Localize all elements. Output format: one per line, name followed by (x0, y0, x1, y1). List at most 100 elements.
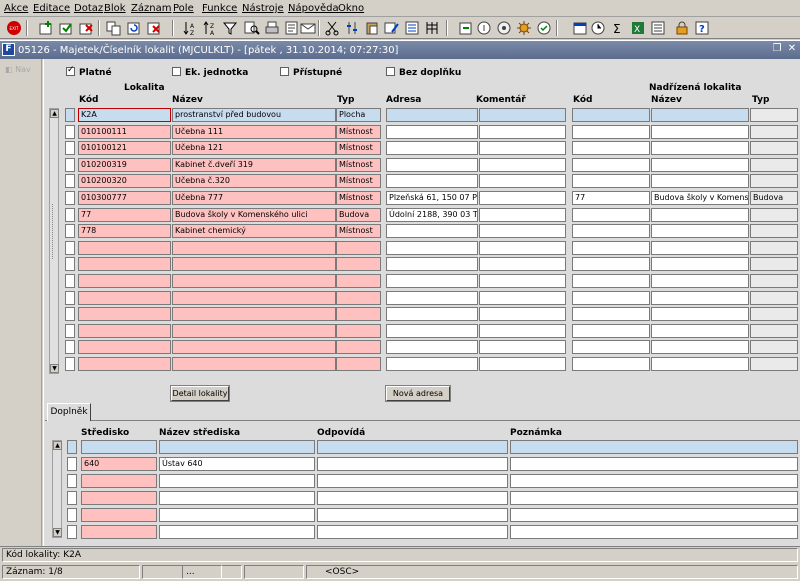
row-select-checkbox[interactable] (67, 508, 77, 522)
nad-nazev-cell[interactable] (651, 207, 749, 222)
row-select-checkbox[interactable] (65, 257, 75, 272)
exit-icon[interactable]: EXIT (6, 20, 22, 36)
nad-kod-cell[interactable] (572, 207, 650, 222)
nad-kod-cell[interactable] (572, 224, 650, 239)
poznamka-cell[interactable] (510, 457, 798, 471)
nav-button[interactable]: ◧ Nav (5, 65, 31, 74)
adresa-cell[interactable]: Údolní 2188, 390 03 TÁ (386, 207, 478, 222)
nad-kod-cell[interactable] (572, 290, 650, 305)
kod-cell[interactable] (78, 274, 171, 288)
komentar-cell[interactable] (479, 174, 566, 189)
nad-nazev-cell[interactable] (651, 174, 749, 189)
poznamka-cell[interactable] (510, 474, 798, 488)
nad-nazev-cell[interactable] (651, 257, 749, 272)
nad-typ-cell[interactable] (750, 108, 798, 122)
stredisko-cell[interactable] (81, 525, 157, 539)
nad-nazev-cell[interactable]: Budova školy v Komensk (651, 191, 749, 205)
stredisko-cell[interactable]: 640 (81, 457, 157, 471)
komentar-cell[interactable] (479, 141, 566, 156)
row-select-checkbox[interactable] (67, 491, 77, 505)
nad-typ-cell[interactable] (750, 157, 798, 172)
menu-dotaz[interactable]: Dotaz (74, 3, 103, 14)
komentar-cell[interactable] (479, 224, 566, 239)
komentar-cell[interactable] (479, 257, 566, 272)
typ-cell[interactable]: Místnost (336, 174, 381, 189)
help-icon[interactable]: ? (694, 20, 710, 36)
kod-cell[interactable] (78, 240, 171, 255)
typ-cell[interactable]: Plocha (336, 108, 381, 122)
typ-cell[interactable] (336, 307, 381, 322)
row-select-checkbox[interactable] (65, 323, 75, 338)
nad-kod-cell[interactable] (572, 174, 650, 189)
kod-cell[interactable] (78, 307, 171, 322)
nad-typ-cell[interactable] (750, 141, 798, 156)
poznamka-cell[interactable] (510, 508, 798, 522)
kod-cell[interactable] (78, 290, 171, 305)
nad-typ-cell[interactable] (750, 224, 798, 239)
stredisko-cell[interactable] (81, 508, 157, 522)
clock-icon[interactable] (590, 20, 606, 36)
kod-cell[interactable]: 010100111 (78, 124, 171, 139)
tab-doplnek[interactable]: Doplněk (47, 403, 91, 421)
nazev-strediska-cell[interactable] (159, 525, 315, 539)
adresa-cell[interactable] (386, 224, 478, 239)
typ-cell[interactable]: Místnost (336, 124, 381, 139)
nad-nazev-cell[interactable] (651, 157, 749, 172)
doplnek-scrollbar[interactable]: ▲ ▼ (52, 440, 62, 538)
cut-icon[interactable] (324, 20, 340, 36)
adresa-cell[interactable] (386, 174, 478, 189)
nazev-cell[interactable] (172, 340, 336, 355)
komentar-cell[interactable] (479, 274, 566, 288)
nad-kod-cell[interactable] (572, 240, 650, 255)
komentar-cell[interactable] (479, 357, 566, 371)
nad-nazev-cell[interactable] (651, 340, 749, 355)
kod-cell[interactable] (78, 357, 171, 371)
nazev-cell[interactable] (172, 257, 336, 272)
nazev-strediska-cell[interactable] (159, 440, 315, 454)
typ-cell[interactable] (336, 357, 381, 371)
nazev-strediska-cell[interactable] (159, 491, 315, 505)
komentar-cell[interactable] (479, 340, 566, 355)
nad-kod-cell[interactable] (572, 307, 650, 322)
nazev-cell[interactable] (172, 323, 336, 338)
nazev-cell[interactable]: prostranství před budovou (172, 108, 336, 122)
poznamka-cell[interactable] (510, 525, 798, 539)
nad-kod-cell[interactable] (572, 141, 650, 156)
nad-nazev-cell[interactable] (651, 108, 749, 122)
adresa-cell[interactable] (386, 340, 478, 355)
komentar-cell[interactable] (479, 124, 566, 139)
nazev-cell[interactable] (172, 274, 336, 288)
nazev-cell[interactable] (172, 307, 336, 322)
nazev-strediska-cell[interactable] (159, 474, 315, 488)
adresa-cell[interactable] (386, 124, 478, 139)
kod-cell[interactable]: 010200320 (78, 174, 171, 189)
komentar-cell[interactable] (479, 290, 566, 305)
komentar-cell[interactable] (479, 108, 566, 122)
platne-checkbox[interactable] (66, 65, 75, 76)
scroll-up-icon[interactable]: ▲ (53, 441, 62, 450)
odpovida-cell[interactable] (317, 440, 508, 454)
nazev-cell[interactable]: Učebna 121 (172, 141, 336, 156)
typ-cell[interactable] (336, 257, 381, 272)
nad-typ-cell[interactable] (750, 357, 798, 371)
nad-nazev-cell[interactable] (651, 141, 749, 156)
settings-icon[interactable] (516, 20, 532, 36)
row-select-checkbox[interactable] (65, 141, 75, 156)
adresa-cell[interactable] (386, 274, 478, 288)
adresa-cell[interactable] (386, 157, 478, 172)
nad-kod-cell[interactable] (572, 274, 650, 288)
row-select-checkbox[interactable] (65, 340, 75, 355)
close-icon[interactable]: ✕ (786, 43, 798, 55)
nad-typ-cell[interactable] (750, 274, 798, 288)
delete-record-icon[interactable] (78, 20, 94, 36)
odpovida-cell[interactable] (317, 457, 508, 471)
nad-nazev-cell[interactable] (651, 307, 749, 322)
row-select-checkbox[interactable] (65, 224, 75, 239)
stredisko-cell[interactable] (81, 440, 157, 454)
typ-cell[interactable] (336, 274, 381, 288)
nazev-cell[interactable] (172, 357, 336, 371)
row-select-checkbox[interactable] (67, 474, 77, 488)
nad-kod-cell[interactable]: 77 (572, 191, 650, 205)
row-select-checkbox[interactable] (65, 191, 75, 205)
scroll-down-icon[interactable]: ▼ (50, 364, 59, 373)
